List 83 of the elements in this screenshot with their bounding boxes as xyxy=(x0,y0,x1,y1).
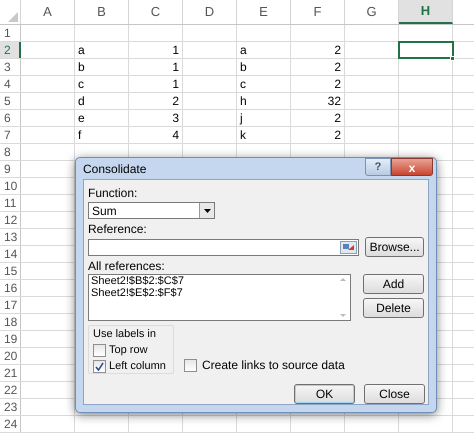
browse-button[interactable]: Browse... xyxy=(365,237,424,257)
corner-triangle-icon xyxy=(8,12,18,22)
column-header[interactable]: E xyxy=(237,0,291,24)
checkbox[interactable] xyxy=(93,344,106,357)
cell-value: 4 xyxy=(172,127,179,144)
row-header[interactable]: 1 xyxy=(0,25,21,41)
cell-value: 2 xyxy=(334,110,341,127)
fill-handle[interactable] xyxy=(450,56,455,61)
cell-value: e xyxy=(78,110,85,127)
row-header[interactable]: 3 xyxy=(0,59,21,75)
column-header[interactable]: B xyxy=(75,0,129,24)
cell-value: c xyxy=(240,76,246,93)
row-header[interactable]: 14 xyxy=(0,246,21,262)
add-button[interactable]: Add xyxy=(363,274,424,294)
window-title: Consolidate xyxy=(83,160,146,178)
cell-value: f xyxy=(78,127,82,144)
row-header[interactable]: 11 xyxy=(0,195,21,211)
window-close-icon-button[interactable]: x xyxy=(391,158,433,176)
cell-value: 1 xyxy=(172,42,179,59)
column-header[interactable]: C xyxy=(129,0,183,24)
delete-button[interactable]: Delete xyxy=(363,298,424,318)
field-label: Function: xyxy=(88,186,138,200)
checkbox-label[interactable]: Create links to source data xyxy=(202,359,345,372)
selected-cell[interactable] xyxy=(399,42,453,58)
reference-field[interactable] xyxy=(88,238,360,256)
cell-value: 2 xyxy=(172,93,179,110)
collapse-dialog-icon[interactable] xyxy=(340,240,358,254)
row-header[interactable]: 9 xyxy=(0,161,21,177)
cell-value: b xyxy=(240,59,247,76)
cell-value: d xyxy=(78,93,85,110)
list-item[interactable]: Sheet2!$E$2:$F$7 xyxy=(91,287,335,299)
row-header[interactable]: 19 xyxy=(0,331,21,347)
row-header[interactable]: 23 xyxy=(0,399,21,415)
row-header[interactable]: 5 xyxy=(0,93,21,109)
cell-value: 2 xyxy=(334,59,341,76)
row-header[interactable]: 2 xyxy=(0,42,21,58)
row-header[interactable]: 4 xyxy=(0,76,21,92)
row-header[interactable]: 21 xyxy=(0,365,21,381)
cell-value: a xyxy=(78,42,85,59)
row-header[interactable]: 6 xyxy=(0,110,21,126)
cell-value: 32 xyxy=(328,93,341,110)
help-button[interactable]: ? xyxy=(365,158,391,176)
cell-value: b xyxy=(78,59,85,76)
cell-value: 3 xyxy=(172,110,179,127)
row-header[interactable]: 10 xyxy=(0,178,21,194)
checkbox[interactable] xyxy=(93,360,106,373)
cell-value: 1 xyxy=(172,59,179,76)
checkmark-icon xyxy=(95,362,104,371)
row-header[interactable]: 7 xyxy=(0,127,21,143)
cell-value: 2 xyxy=(334,42,341,59)
list-item[interactable]: Sheet2!$B$2:$C$7 xyxy=(91,275,335,287)
row-header[interactable]: 18 xyxy=(0,314,21,330)
row-header[interactable]: 15 xyxy=(0,263,21,279)
checkbox-label[interactable]: Top row xyxy=(109,344,148,357)
function-dropdown[interactable]: Sum xyxy=(88,202,215,219)
cell-value: 2 xyxy=(334,127,341,144)
column-header[interactable]: A xyxy=(21,0,75,24)
cell-value: a xyxy=(240,42,247,59)
row-header[interactable]: 13 xyxy=(0,229,21,245)
cell-value: k xyxy=(240,127,246,144)
close-dialog-button[interactable]: Close xyxy=(364,384,425,404)
group-title: Use labels in xyxy=(93,327,157,341)
cell-value: c xyxy=(78,76,84,93)
row-header[interactable]: 17 xyxy=(0,297,21,313)
column-header[interactable]: D xyxy=(183,0,237,24)
row-header[interactable]: 22 xyxy=(0,382,21,398)
checkbox-label[interactable]: Left column xyxy=(109,360,166,373)
row-header[interactable]: 24 xyxy=(0,416,21,432)
cell-value: 1 xyxy=(172,76,179,93)
cell-value: 2 xyxy=(334,76,341,93)
cell-value: h xyxy=(240,93,247,110)
row-header[interactable]: 16 xyxy=(0,280,21,296)
field-label: Reference: xyxy=(88,222,148,236)
row-header[interactable]: 12 xyxy=(0,212,21,228)
field-label: All references: xyxy=(88,259,166,273)
checkbox[interactable] xyxy=(184,359,197,372)
cell-value: j xyxy=(240,110,243,127)
row-header[interactable]: 20 xyxy=(0,348,21,364)
references-list[interactable]: Sheet2!$B$2:$C$7 Sheet2!$E$2:$F$7 xyxy=(88,274,351,321)
column-header[interactable]: H xyxy=(399,0,453,24)
column-header[interactable]: F xyxy=(291,0,345,24)
ok-button[interactable]: OK xyxy=(294,384,355,404)
row-header[interactable]: 8 xyxy=(0,144,21,160)
